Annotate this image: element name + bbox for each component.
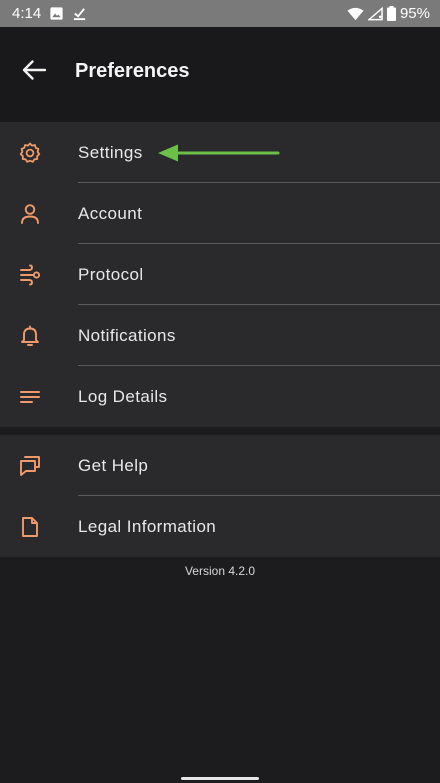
menu-item-label: Legal Information — [78, 516, 217, 536]
home-indicator[interactable] — [181, 777, 259, 780]
menu-item-label: Protocol — [78, 264, 144, 284]
menu-item-log-details[interactable]: Log Details — [0, 366, 440, 427]
signal-icon — [367, 6, 383, 21]
bell-icon — [18, 324, 42, 348]
menu-item-account[interactable]: Account — [0, 183, 440, 244]
lines-icon — [18, 385, 42, 409]
status-time: 4:14 — [12, 5, 42, 22]
status-left: 4:14 — [12, 5, 87, 22]
protocol-icon — [18, 263, 42, 287]
person-icon — [18, 202, 42, 226]
status-right: 95% — [347, 5, 430, 22]
wifi-icon — [347, 7, 364, 21]
download-done-icon — [72, 6, 87, 21]
menu-item-get-help[interactable]: Get Help — [0, 435, 440, 496]
gear-icon — [18, 141, 42, 165]
page-title: Preferences — [75, 60, 190, 82]
menu-item-label: Account — [78, 203, 143, 223]
document-icon — [18, 515, 42, 539]
menu-item-notifications[interactable]: Notifications — [0, 305, 440, 366]
preferences-section-main: Settings Account Protocol Notifications … — [0, 122, 440, 427]
menu-item-label: Get Help — [78, 455, 149, 475]
menu-item-label: Settings — [78, 142, 143, 162]
menu-item-label: Notifications — [78, 325, 176, 345]
battery-percent: 95% — [399, 5, 430, 22]
annotation-arrow-icon — [158, 144, 280, 162]
image-icon — [49, 6, 64, 21]
menu-item-label: Log Details — [78, 386, 168, 406]
arrow-left-icon — [21, 59, 47, 86]
version-text: Version 4.2.0 — [184, 564, 256, 578]
app-bar: Preferences — [0, 27, 440, 122]
menu-item-protocol[interactable]: Protocol — [0, 244, 440, 305]
battery-icon — [386, 6, 396, 21]
menu-item-legal-information[interactable]: Legal Information — [0, 496, 440, 557]
status-bar: 4:14 95% — [0, 0, 440, 27]
chat-bubbles-icon — [18, 454, 42, 478]
preferences-section-support: Get Help Legal Information — [0, 435, 440, 557]
back-button[interactable] — [20, 58, 48, 86]
